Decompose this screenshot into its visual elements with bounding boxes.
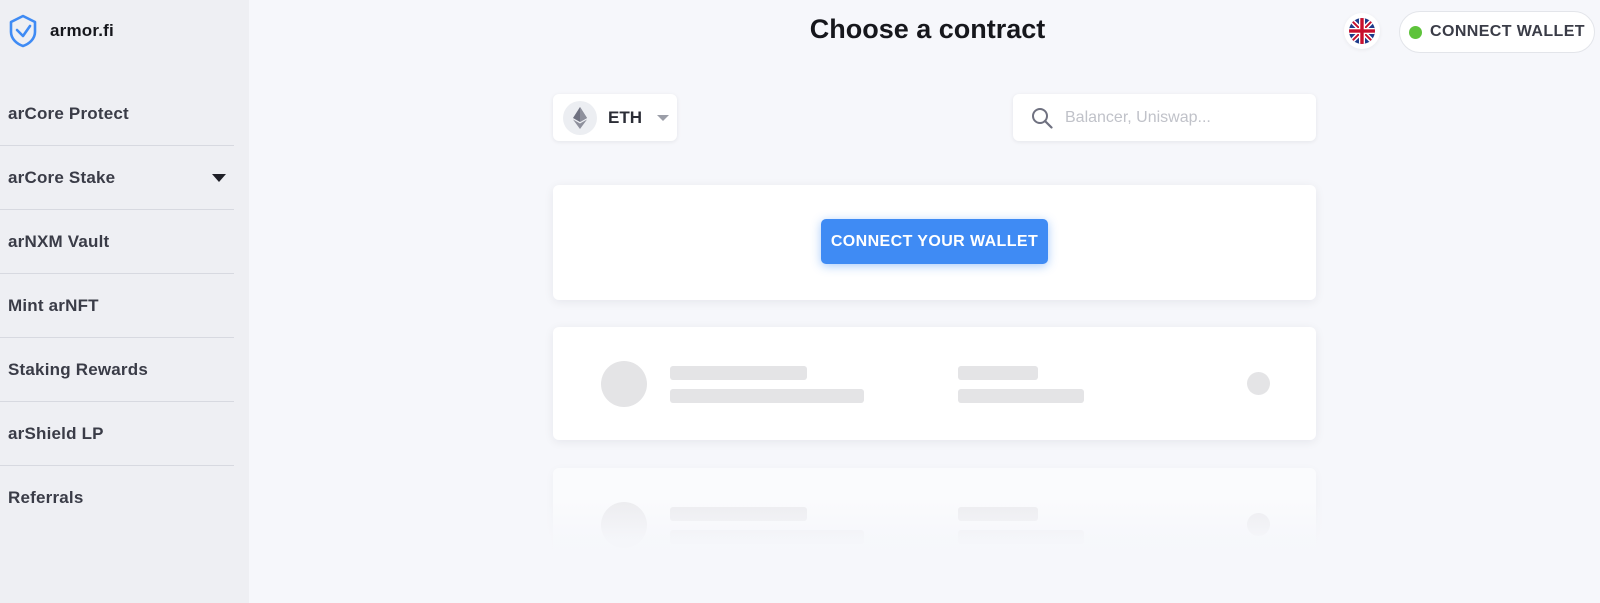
sidebar-item-label: Referrals: [8, 488, 84, 507]
contract-search[interactable]: [1013, 94, 1316, 141]
sidebar-item-arnxm-vault[interactable]: arNXM Vault: [0, 210, 234, 274]
sidebar-item-label: Staking Rewards: [8, 359, 148, 379]
sidebar-item-referrals[interactable]: Referrals: [0, 466, 234, 530]
search-icon: [1032, 107, 1053, 129]
sidebar-item-label: arCore Protect: [8, 103, 129, 123]
sidebar-item-arcore-protect[interactable]: arCore Protect: [0, 82, 234, 146]
brand-name: armor.fi: [50, 21, 114, 40]
connect-wallet-label: CONNECT WALLET: [1430, 23, 1585, 40]
uk-flag-icon: [1349, 18, 1375, 44]
wallet-status-dot: [1409, 25, 1423, 39]
skeleton-line: [670, 389, 864, 403]
shield-check-icon: [9, 14, 37, 48]
skeleton-dot: [1247, 372, 1270, 395]
skeleton-line: [958, 366, 1038, 380]
sidebar-item-label: Mint arNFT: [8, 295, 99, 315]
connect-your-wallet-button[interactable]: CONNECT YOUR WALLET: [821, 219, 1048, 264]
sidebar-item-arcore-stake[interactable]: arCore Stake: [0, 146, 234, 210]
network-label: ETH: [608, 107, 642, 127]
connect-wallet-button[interactable]: CONNECT WALLET: [1399, 11, 1595, 53]
language-selector[interactable]: [1344, 13, 1380, 49]
list-fade-overlay: [540, 500, 1340, 603]
network-select[interactable]: ETH: [553, 94, 677, 141]
sidebar-item-label: arShield LP: [8, 423, 104, 443]
sidebar-item-label: arCore Stake: [8, 167, 116, 187]
skeleton-line: [958, 389, 1084, 403]
sidebar: armor.fi arCore Protect arCore Stake arN…: [0, 0, 249, 603]
sidebar-item-label: arNXM Vault: [8, 231, 110, 251]
contract-placeholder-row: [553, 327, 1316, 440]
sidebar-nav: arCore Protect arCore Stake arNXM Vault …: [0, 82, 234, 530]
search-input[interactable]: [1065, 108, 1295, 127]
sidebar-item-mint-arnft[interactable]: Mint arNFT: [0, 274, 234, 338]
skeleton-avatar: [601, 361, 647, 407]
skeleton-line: [670, 366, 807, 380]
brand-logo[interactable]: armor.fi: [8, 14, 114, 48]
connect-wallet-card: CONNECT YOUR WALLET: [553, 185, 1316, 300]
sidebar-item-staking-rewards[interactable]: Staking Rewards: [0, 338, 234, 402]
chevron-down-icon: [657, 114, 669, 121]
chevron-down-icon[interactable]: [212, 173, 226, 182]
ethereum-icon: [563, 100, 597, 135]
sidebar-item-arshield-lp[interactable]: arShield LP: [0, 402, 234, 466]
